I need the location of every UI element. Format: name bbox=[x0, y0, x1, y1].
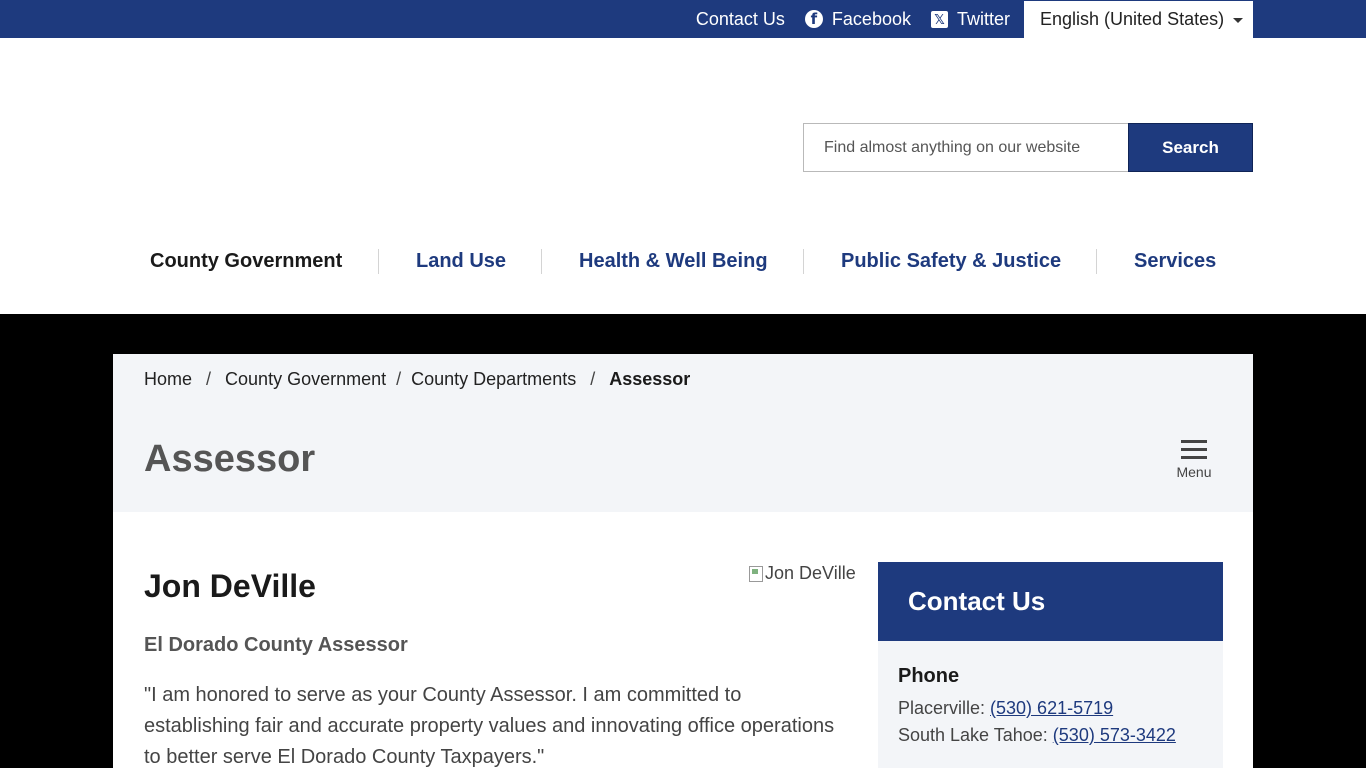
facebook-icon: f bbox=[804, 10, 823, 28]
phone-heading: Phone bbox=[898, 665, 960, 687]
menu-label: Menu bbox=[1176, 464, 1212, 480]
contact-us-link[interactable]: Contact Us bbox=[696, 0, 785, 38]
nav-divider bbox=[378, 249, 379, 274]
breadcrumb-county-departments[interactable]: County Departments bbox=[411, 369, 576, 390]
x-twitter-icon: 𝕏 bbox=[930, 10, 948, 28]
utility-links: Contact Us f Facebook 𝕏 Twitter English … bbox=[676, 0, 1253, 38]
breadcrumb-separator: / bbox=[590, 369, 596, 389]
profile-role: El Dorado County Assessor bbox=[144, 634, 408, 656]
phone-placerville-label: Placerville: bbox=[898, 698, 991, 718]
contact-card-header: Contact Us bbox=[878, 562, 1223, 641]
nav-health-well-being[interactable]: Health & Well Being bbox=[579, 250, 768, 273]
breadcrumb-county-government[interactable]: County Government bbox=[225, 369, 386, 390]
profile-quote: "I am honored to serve as your County As… bbox=[144, 684, 835, 768]
utility-bar: Contact Us f Facebook 𝕏 Twitter English … bbox=[0, 0, 1366, 38]
facebook-link[interactable]: f Facebook bbox=[804, 0, 911, 38]
profile-photo: Jon DeVille bbox=[749, 563, 856, 584]
contact-us-label: Contact Us bbox=[695, 8, 785, 29]
broken-image-icon bbox=[749, 565, 763, 582]
page-title: Assessor bbox=[144, 438, 316, 480]
nav-services[interactable]: Services bbox=[1134, 250, 1216, 273]
twitter-link[interactable]: 𝕏 Twitter bbox=[930, 0, 1010, 38]
breadcrumb-home[interactable]: Home bbox=[144, 369, 192, 390]
phone-placerville: Placerville: (530) 621-5719 bbox=[898, 698, 1113, 719]
nav-county-government[interactable]: County Government bbox=[150, 250, 342, 273]
breadcrumb-current: Assessor bbox=[609, 369, 691, 389]
contact-card-title: Contact Us bbox=[908, 586, 1046, 616]
caret-down-icon bbox=[1233, 18, 1243, 23]
profile-photo-alt: Jon DeVille bbox=[765, 563, 856, 583]
site-search: Search bbox=[803, 123, 1253, 172]
search-button[interactable]: Search bbox=[1128, 123, 1253, 172]
phone-tahoe-link[interactable]: (530) 573-3422 bbox=[1053, 725, 1176, 745]
main-content: Jon DeVille Jon DeVille El Dorado County… bbox=[113, 512, 1253, 768]
nav-public-safety-justice[interactable]: Public Safety & Justice bbox=[841, 250, 1061, 273]
nav-divider bbox=[803, 249, 804, 274]
nav-land-use[interactable]: Land Use bbox=[416, 250, 506, 273]
language-value: English (United States) bbox=[1040, 9, 1225, 29]
section-menu-button[interactable]: Menu bbox=[1175, 440, 1213, 480]
search-input[interactable] bbox=[803, 123, 1128, 172]
phone-tahoe-label: South Lake Tahoe: bbox=[898, 725, 1053, 745]
main-navigation: County Government Land Use Health & Well… bbox=[113, 240, 1253, 284]
twitter-label: Twitter bbox=[956, 8, 1010, 29]
language-select[interactable]: English (United States) bbox=[1024, 1, 1253, 38]
phone-south-lake-tahoe: South Lake Tahoe: (530) 573-3422 bbox=[898, 725, 1176, 746]
nav-divider bbox=[541, 249, 542, 274]
breadcrumb-separator: / bbox=[396, 369, 402, 389]
hamburger-icon bbox=[1175, 440, 1213, 459]
breadcrumb-separator: / bbox=[206, 369, 212, 389]
profile-name: Jon DeVille bbox=[144, 568, 316, 604]
nav-divider bbox=[1096, 249, 1097, 274]
contact-card-body: Phone Placerville: (530) 621-5719 South … bbox=[878, 641, 1223, 768]
phone-placerville-link[interactable]: (530) 621-5719 bbox=[990, 698, 1113, 718]
facebook-label: Facebook bbox=[831, 8, 911, 29]
page-header: Home / County Government / County Depart… bbox=[113, 354, 1253, 512]
breadcrumb: Home / County Government / County Depart… bbox=[144, 369, 690, 390]
